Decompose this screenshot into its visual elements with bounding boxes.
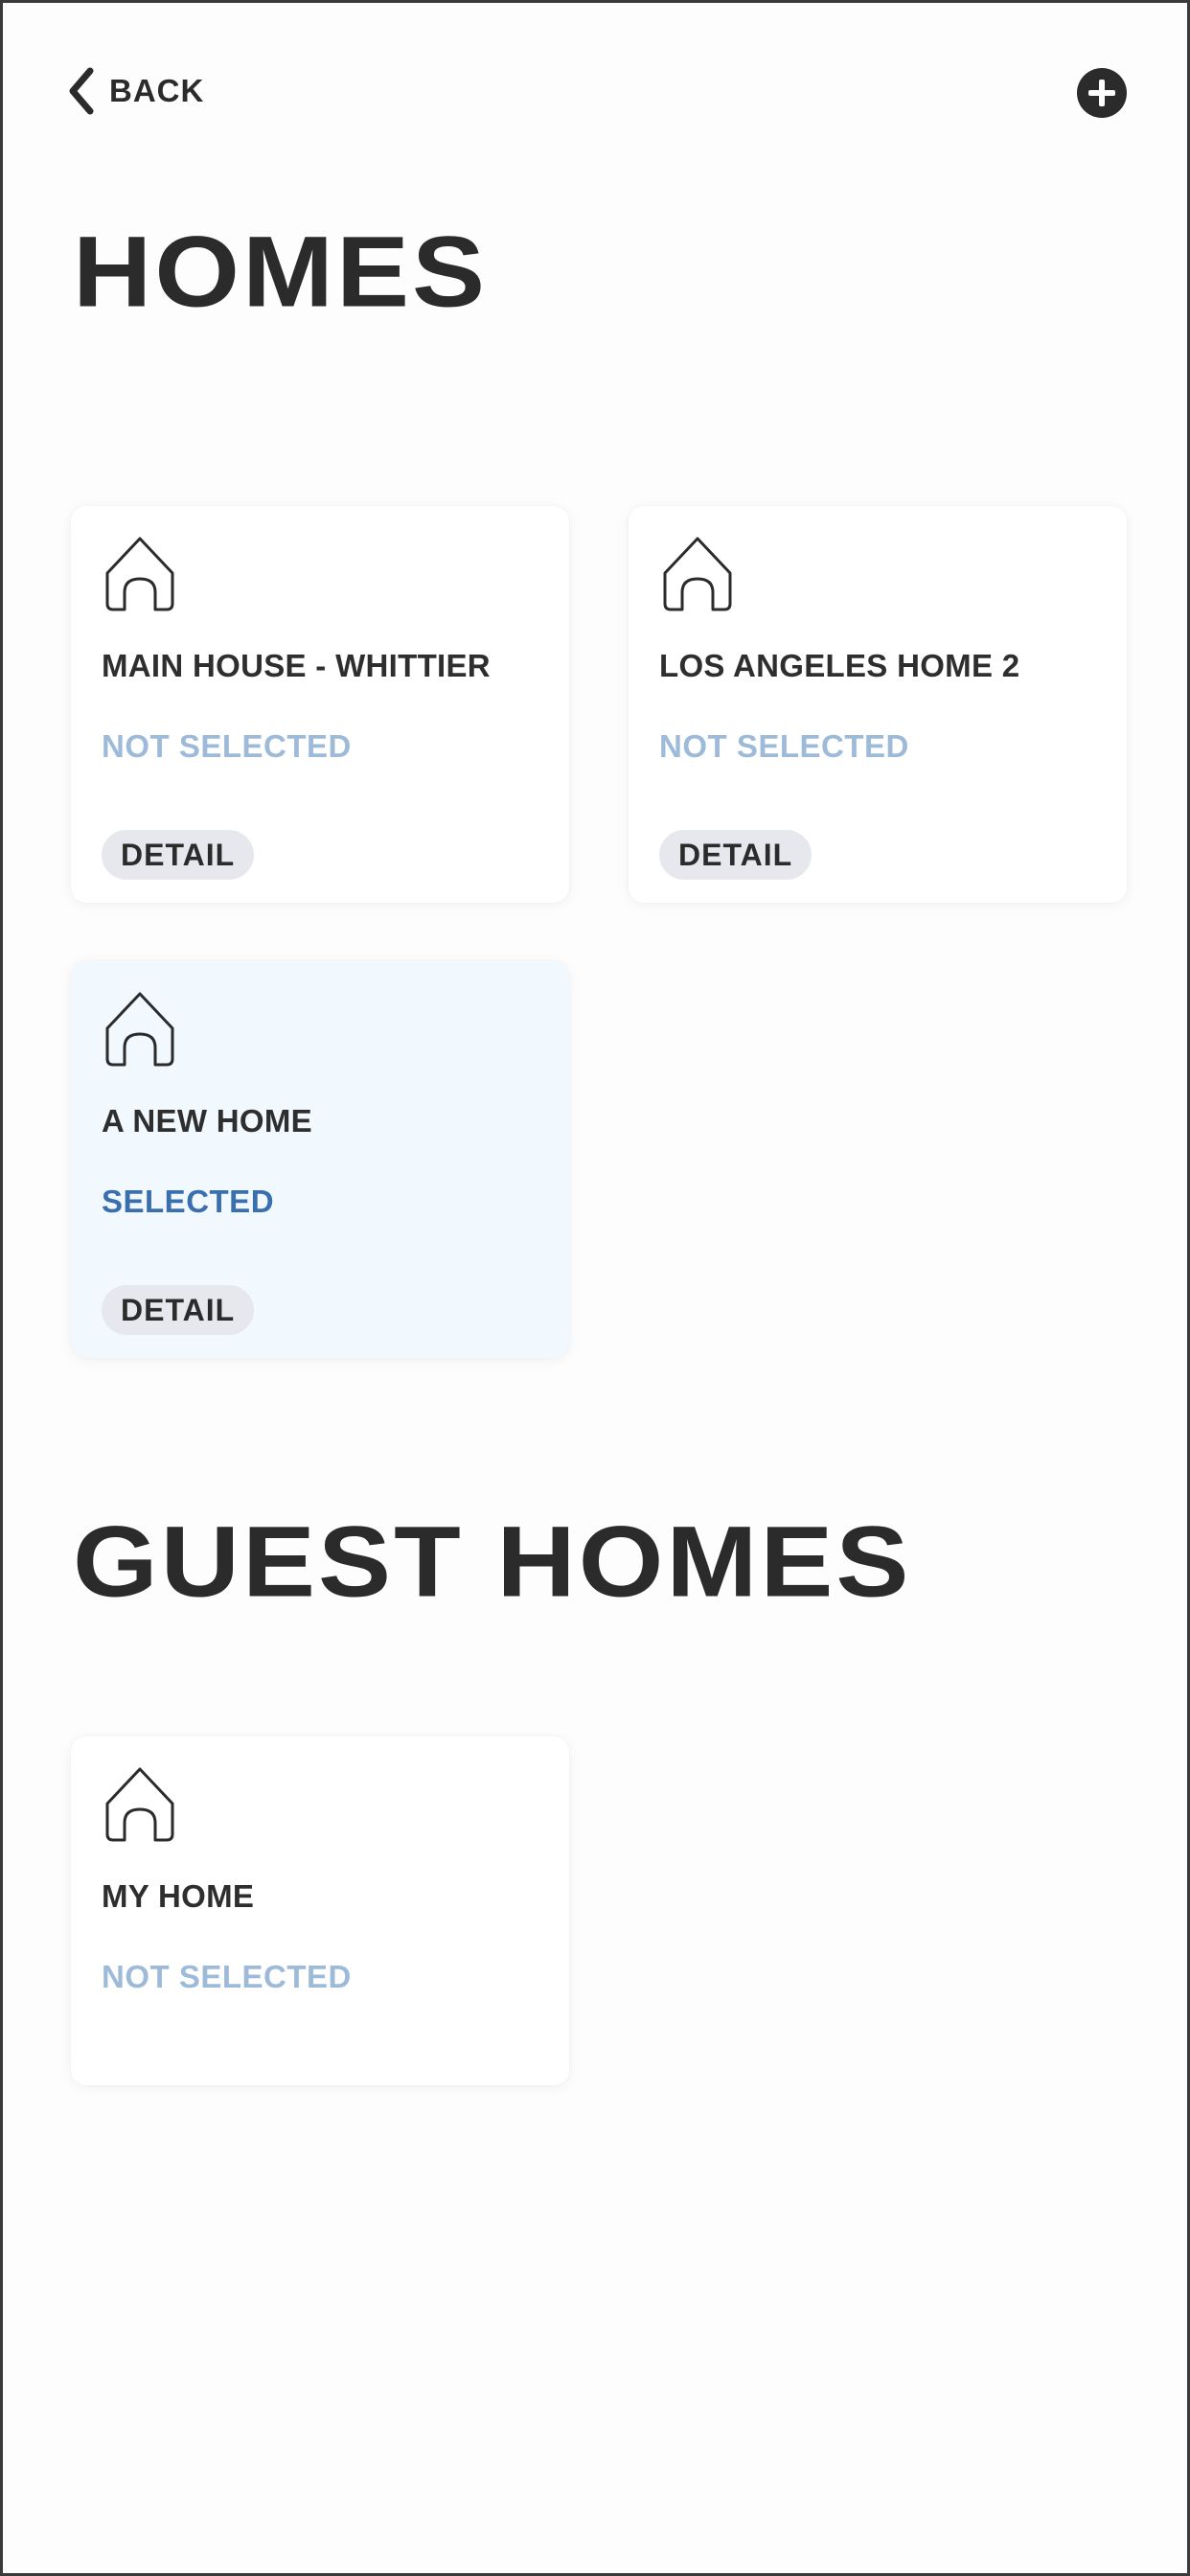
detail-button[interactable]: DETAIL [659, 830, 812, 880]
home-name: LOS ANGELES HOME 2 [659, 648, 1020, 683]
home-name: MAIN HOUSE - WHITTIER [102, 648, 491, 683]
home-status: NOT SELECTED [102, 1959, 352, 1994]
house-icon [663, 537, 732, 611]
house-icon [105, 1767, 174, 1842]
home-name: A NEW HOME [102, 1103, 312, 1138]
home-card[interactable]: LOS ANGELES HOME 2 NOT SELECTED DETAIL [629, 506, 1127, 903]
home-status: SELECTED [102, 1184, 275, 1219]
guest-home-card[interactable]: MY HOME NOT SELECTED [71, 1736, 569, 2085]
house-icon [105, 537, 174, 611]
detail-button[interactable]: DETAIL [102, 1285, 255, 1335]
home-status: NOT SELECTED [102, 728, 352, 764]
home-card[interactable]: MAIN HOUSE - WHITTIER NOT SELECTED DETAI… [71, 506, 569, 903]
add-home-button[interactable] [1077, 68, 1127, 118]
chevron-left-icon [69, 67, 94, 115]
house-icon [105, 992, 174, 1067]
guest-homes-title: GUEST HOMES [73, 1506, 912, 1619]
home-status: NOT SELECTED [659, 728, 909, 764]
detail-button[interactable]: DETAIL [102, 830, 255, 880]
homes-title: HOMES [73, 216, 489, 329]
top-bar: BACK [0, 0, 1190, 182]
back-button[interactable]: BACK [67, 65, 204, 117]
plus-circle-icon [1077, 68, 1127, 118]
home-name: MY HOME [102, 1878, 255, 1914]
home-card-selected[interactable]: A NEW HOME SELECTED DETAIL [71, 961, 569, 1358]
back-label: BACK [109, 73, 205, 108]
